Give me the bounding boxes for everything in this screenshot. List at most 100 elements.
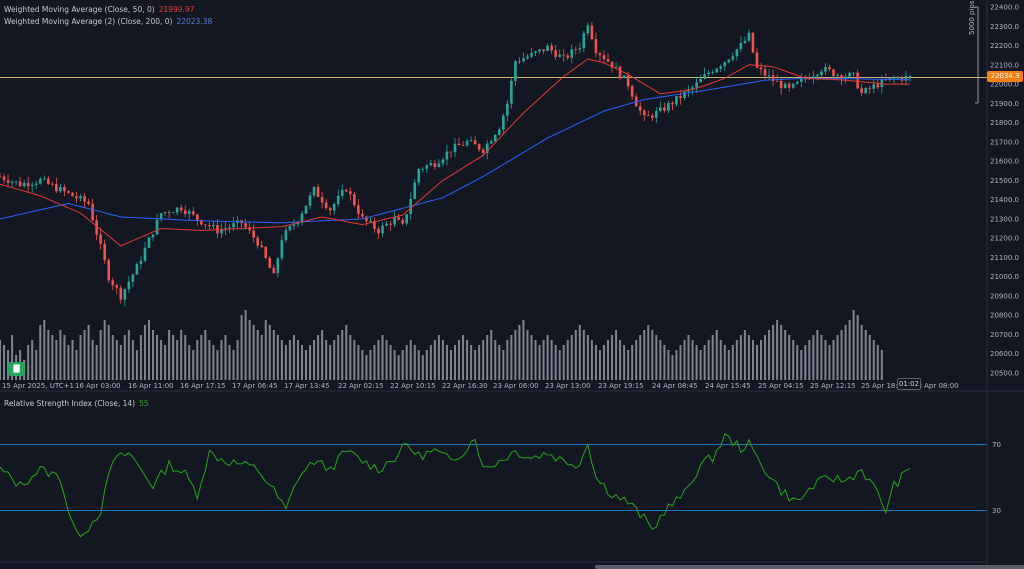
volume-bar xyxy=(252,325,255,380)
candle-body xyxy=(300,213,304,223)
volume-bar xyxy=(474,350,477,380)
candle-body xyxy=(606,59,610,62)
volume-bar xyxy=(188,345,191,380)
volume-bar xyxy=(667,350,670,380)
horizontal-scrollbar[interactable] xyxy=(595,565,1024,569)
candle-body xyxy=(836,75,839,77)
candle-body xyxy=(868,88,872,89)
volume-bar xyxy=(735,340,738,380)
volume-bar xyxy=(280,340,283,380)
candle-body xyxy=(642,110,646,116)
candle-body xyxy=(469,140,473,142)
candle-body xyxy=(711,72,714,74)
volume-bar xyxy=(639,335,642,380)
candle-body xyxy=(493,134,497,142)
volume-bar xyxy=(470,345,473,380)
volume-bar xyxy=(868,335,871,380)
candle-body xyxy=(445,151,449,160)
volume-bar xyxy=(47,330,50,380)
x-tick-label: 23 Apr 06:00 xyxy=(493,382,539,390)
y-tick-label: 21600.0 xyxy=(990,158,1019,166)
candle-body xyxy=(638,106,642,111)
volume-bar xyxy=(264,320,267,380)
candle-body xyxy=(864,88,868,94)
volume-bar xyxy=(514,330,517,380)
volume-bar xyxy=(570,335,573,380)
legend-rsi-label: Relative Strength Index (Close, 14) xyxy=(4,399,136,408)
candle-body xyxy=(506,103,509,116)
candle-body xyxy=(534,51,537,53)
candle-body xyxy=(848,72,851,77)
volume-bar xyxy=(764,335,767,380)
x-tick-label: 24 Apr 08:45 xyxy=(652,382,698,390)
volume-bar xyxy=(611,335,614,380)
candle-body xyxy=(143,247,147,261)
volume-bar xyxy=(780,325,783,380)
x-tick-label: 22 Apr 16:30 xyxy=(442,382,488,390)
volume-bar xyxy=(0,340,1,380)
volume-bar xyxy=(437,335,440,380)
volume-bar xyxy=(578,325,581,380)
candle-body xyxy=(795,81,799,84)
candle-body xyxy=(155,219,159,235)
volume-bar xyxy=(715,330,718,380)
candle-body xyxy=(727,59,731,63)
volume-bar xyxy=(691,340,694,380)
y-tick-label: 21700.0 xyxy=(990,138,1019,146)
volume-bar xyxy=(176,340,179,380)
candle-body xyxy=(679,95,682,99)
volume-bar xyxy=(590,340,593,380)
volume-bar xyxy=(152,330,155,380)
candle-body xyxy=(787,83,791,88)
legend-wma200[interactable]: Weighted Moving Average (2) (Close, 200,… xyxy=(4,17,212,26)
candle-body xyxy=(590,25,594,40)
volume-bar xyxy=(365,355,368,380)
volume-bar xyxy=(655,335,658,380)
volume-bar xyxy=(91,340,94,380)
candle-body xyxy=(256,237,259,246)
candle-body xyxy=(421,168,425,170)
volume-bar xyxy=(288,340,291,380)
candle-body xyxy=(538,49,541,52)
volume-bar xyxy=(429,345,432,380)
volume-bar xyxy=(228,345,231,380)
volume-bar xyxy=(39,325,42,380)
volume-bar xyxy=(87,325,90,380)
volume-bar xyxy=(321,330,324,380)
candle-body xyxy=(308,195,312,206)
volume-bar xyxy=(43,320,46,380)
volume-bar xyxy=(743,330,746,380)
legend-rsi[interactable]: Relative Strength Index (Close, 14) 55 xyxy=(4,399,149,408)
volume-bar xyxy=(594,345,597,380)
candle-body xyxy=(489,141,493,144)
volume-bar xyxy=(139,335,142,380)
candle-body xyxy=(272,267,276,274)
candle-body xyxy=(433,163,437,167)
volume-bar xyxy=(832,340,835,380)
candle-body xyxy=(288,225,292,231)
candle-body xyxy=(324,202,328,209)
volume-bar xyxy=(454,345,456,380)
candle-body xyxy=(115,285,119,288)
candle-body xyxy=(622,75,626,79)
candle-body xyxy=(518,61,521,63)
candle-body xyxy=(260,245,264,247)
candle-body xyxy=(244,223,247,228)
volume-bar xyxy=(800,350,803,380)
volume-bar xyxy=(83,330,86,380)
legend-wma50[interactable]: Weighted Moving Average (Close, 50, 0) 21… xyxy=(4,5,194,14)
volume-bar xyxy=(804,345,807,380)
chart-canvas[interactable]: 22400.022300.022200.022100.022000.021900… xyxy=(0,0,1024,569)
volume-bar xyxy=(317,335,320,380)
candle-body xyxy=(6,180,10,183)
volume-bar xyxy=(441,340,444,380)
volume-bar xyxy=(377,340,380,380)
candle-body xyxy=(187,211,191,215)
candle-body xyxy=(292,224,296,226)
volume-bar xyxy=(574,330,577,380)
candle-body xyxy=(691,87,694,90)
candle-body xyxy=(477,144,481,150)
volume-bar xyxy=(67,345,70,380)
volume-bar xyxy=(341,330,344,380)
volume-bar xyxy=(296,340,299,380)
